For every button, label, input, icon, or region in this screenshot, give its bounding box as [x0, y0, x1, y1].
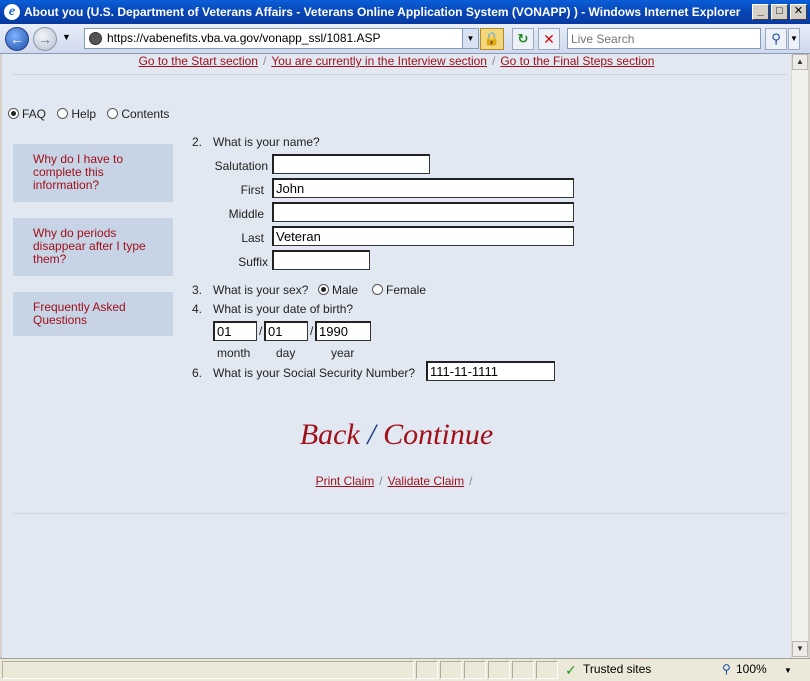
first-name-field[interactable] — [272, 178, 574, 198]
sex-male-radio[interactable]: Male — [318, 283, 358, 297]
scroll-up-icon[interactable]: ▲ — [792, 54, 808, 70]
radio-icon[interactable] — [372, 284, 383, 295]
page-nav: Back / Continue — [299, 418, 494, 451]
radio-icon[interactable] — [107, 108, 119, 119]
zoom-icon: ⚲ — [722, 662, 731, 676]
navigation-toolbar: ← → ▼ https://vabenefits.vba.va.gov/vona… — [0, 24, 810, 54]
section-nav: Go to the Start section / You are currentl… — [138, 54, 655, 68]
sex-female-radio[interactable]: Female — [372, 283, 426, 297]
question-dob: What is your date of birth? — [213, 302, 354, 316]
suffix-field[interactable] — [272, 250, 370, 270]
print-claim-link[interactable]: Print Claim — [316, 474, 375, 488]
last-name-label: Last — [241, 231, 264, 245]
middle-name-label: Middle — [228, 207, 264, 221]
contents-radio[interactable]: Contents — [107, 107, 169, 121]
status-text-cell — [2, 661, 414, 679]
minimize-button[interactable]: _ — [752, 4, 769, 20]
lock-icon[interactable]: 🔒 — [480, 28, 504, 50]
site-seal-icon — [89, 32, 102, 45]
back-link[interactable]: Back — [300, 418, 360, 451]
divider — [12, 513, 787, 514]
question-ssn: What is your Social Security Number? — [213, 366, 416, 380]
continue-link[interactable]: Continue — [383, 418, 493, 451]
refresh-icon[interactable]: ↻ — [512, 28, 534, 50]
question-name: What is your name? — [213, 135, 320, 149]
sidebar-mode-radios: FAQ Help Contents — [8, 107, 177, 121]
zoom-control[interactable]: ⚲ 100% ▼ — [720, 661, 800, 679]
checkmark-icon: ✓ — [565, 662, 577, 678]
search-icon[interactable]: ⚲ — [765, 28, 787, 50]
question-number: 6. — [192, 366, 203, 380]
security-zone[interactable]: ✓ Trusted sites — [563, 661, 651, 679]
start-section-link[interactable]: Go to the Start section — [139, 54, 258, 68]
question-number: 4. — [192, 302, 203, 316]
interview-section-link[interactable]: You are currently in the Interview secti… — [271, 54, 487, 68]
address-bar[interactable]: https://vabenefits.vba.va.gov/vonapp_ssl… — [84, 28, 479, 49]
question-sex: What is your sex? — [213, 283, 309, 297]
vertical-scrollbar[interactable]: ▲ ▼ — [791, 54, 808, 658]
search-input[interactable] — [568, 29, 760, 48]
ie-logo-icon: e — [4, 4, 20, 20]
search-box[interactable] — [567, 28, 761, 49]
dob-day-field[interactable] — [264, 321, 308, 341]
dob-month-field[interactable] — [213, 321, 257, 341]
search-dropdown-icon[interactable]: ▼ — [788, 28, 800, 50]
page-viewport: Go to the Start section / You are currentl… — [2, 54, 791, 658]
history-dropdown-icon[interactable]: ▼ — [62, 32, 71, 42]
window-title: About you (U.S. Department of Veterans A… — [24, 5, 741, 19]
maximize-button[interactable]: □ — [771, 4, 788, 20]
back-arrow-icon[interactable]: ← — [5, 27, 29, 51]
month-caption: month — [217, 346, 251, 360]
first-name-label: First — [240, 183, 264, 197]
forward-arrow-icon[interactable]: → — [33, 27, 57, 51]
salutation-label: Salutation — [214, 159, 268, 173]
question-number: 2. — [192, 135, 203, 149]
claim-links: Print Claim / Validate Claim / — [315, 474, 473, 488]
ssn-field[interactable] — [426, 361, 555, 381]
address-url: https://vabenefits.vba.va.gov/vonapp_ssl… — [107, 31, 381, 45]
day-caption: day — [276, 346, 296, 360]
question-number: 3. — [192, 283, 203, 297]
address-dropdown-icon[interactable]: ▼ — [462, 29, 478, 48]
final-section-link[interactable]: Go to the Final Steps section — [500, 54, 654, 68]
radio-icon[interactable] — [318, 284, 329, 295]
scroll-down-icon[interactable]: ▼ — [792, 641, 808, 657]
title-bar: e About you (U.S. Department of Veterans… — [0, 0, 810, 24]
middle-name-field[interactable] — [272, 202, 574, 222]
faq-radio[interactable]: FAQ — [8, 107, 46, 121]
radio-icon[interactable] — [8, 108, 19, 119]
validate-claim-link[interactable]: Validate Claim — [388, 474, 464, 488]
stop-icon[interactable]: ✕ — [538, 28, 560, 50]
salutation-field[interactable] — [272, 154, 430, 174]
zoom-dropdown-icon[interactable]: ▼ — [784, 666, 792, 675]
year-caption: year — [331, 346, 355, 360]
radio-icon[interactable] — [57, 108, 69, 119]
status-bar: ✓ Trusted sites ⚲ 100% ▼ — [0, 658, 810, 681]
faq-item-why-complete[interactable]: Why do I have to complete this informati… — [13, 144, 173, 202]
suffix-label: Suffix — [238, 255, 268, 269]
dob-year-field[interactable] — [315, 321, 371, 341]
faq-item-frequently-asked[interactable]: Frequently Asked Questions — [13, 292, 173, 336]
last-name-field[interactable] — [272, 226, 574, 246]
faq-item-periods-disappear[interactable]: Why do periods disappear after I type th… — [13, 218, 173, 276]
divider — [12, 74, 787, 75]
close-button[interactable]: ✕ — [790, 4, 807, 20]
help-radio[interactable]: Help — [57, 107, 96, 121]
